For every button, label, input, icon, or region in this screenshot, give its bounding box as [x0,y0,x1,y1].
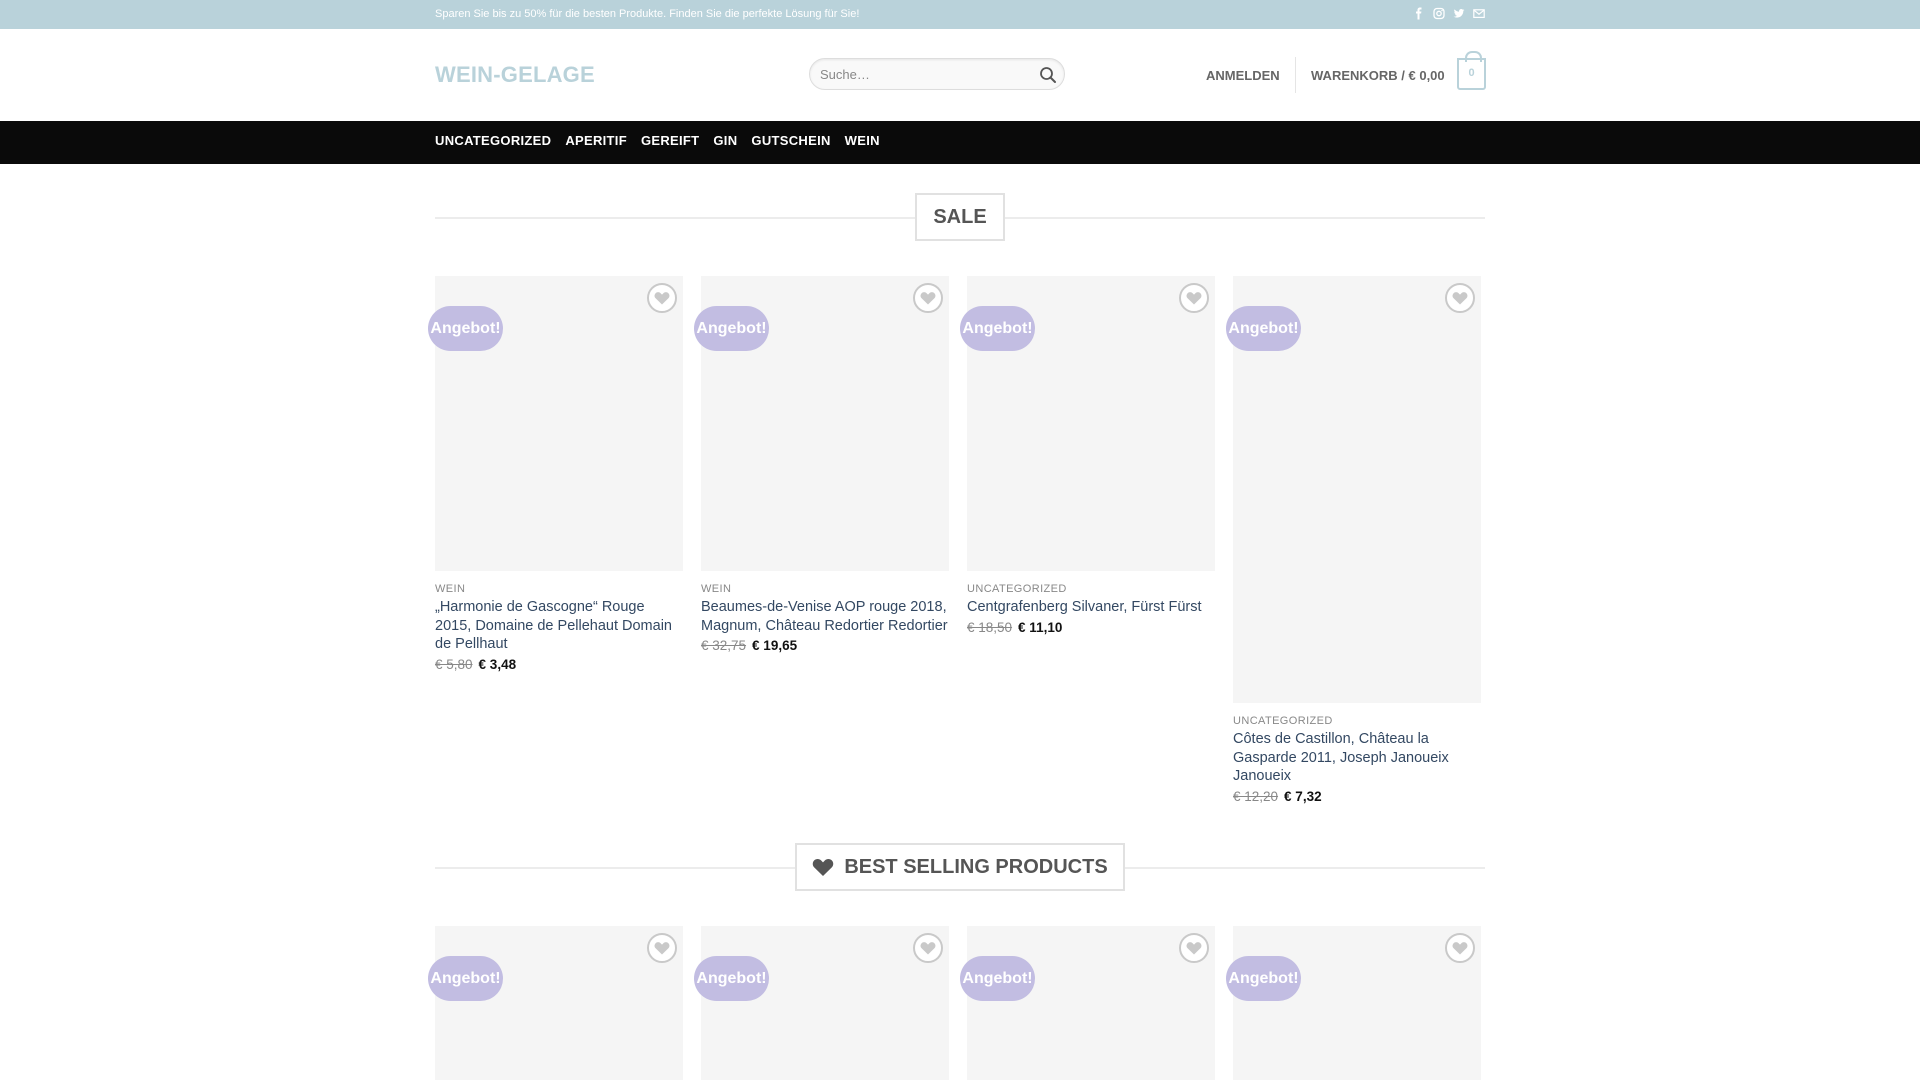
sale-title: SALE [933,205,987,228]
heart-icon [654,292,670,305]
heart-icon [1186,292,1202,305]
wishlist-button[interactable] [1445,283,1475,313]
cart-link[interactable]: WARENKORB / € 0,00 [1311,68,1445,83]
product-category[interactable]: UNCATEGORIZED [1233,715,1333,727]
top-bar: Sparen Sie bis zu 50% für die besten Pro… [0,0,1920,29]
product-name[interactable]: Centgrafenberg Silvaner, Fürst Fürst [967,598,1215,617]
wishlist-button[interactable] [1179,283,1209,313]
product-price: € 18,50 € 11,10 [967,620,1062,635]
heart-icon [920,942,936,955]
heart-icon [1186,942,1202,955]
wishlist-button[interactable] [1179,933,1209,963]
wishlist-button[interactable] [913,933,943,963]
product-name[interactable]: Côtes de Castillon, Château la Gasparde … [1233,730,1481,786]
wishlist-button[interactable] [647,933,677,963]
product-image[interactable] [701,926,949,1080]
nav-item-uncategorized[interactable]: UNCATEGORIZED [435,133,551,148]
envelope-icon[interactable] [1473,7,1485,20]
sale-badge: Angebot! [1226,956,1301,1001]
search-icon[interactable] [1038,65,1058,85]
facebook-icon[interactable] [1413,7,1425,20]
sale-section-title: SALE [435,193,1485,243]
best-selling-title-box: BEST SELLING PRODUCTS [795,843,1125,891]
old-price: € 12,20 [1233,789,1279,804]
nav-item-aperitif[interactable]: APERITIF [565,133,627,148]
wishlist-button[interactable] [913,283,943,313]
heart-icon [1452,292,1468,305]
heart-icon [813,858,834,876]
product-name[interactable]: Beaumes-de-Venise AOP rouge 2018, Magnum… [701,598,949,635]
sale-badge: Angebot! [960,956,1035,1001]
sale-price: € 19,65 [752,638,798,653]
search-input[interactable] [820,67,1020,82]
promo-message: Sparen Sie bis zu 50% für die besten Pro… [435,8,860,20]
heart-icon [654,942,670,955]
nav-item-wein[interactable]: WEIN [845,133,880,148]
login-link[interactable]: ANMELDEN [1206,68,1280,83]
product-image[interactable] [1233,926,1481,1080]
nav-item-gutschein[interactable]: GUTSCHEIN [751,133,830,148]
header-divider [1295,57,1296,93]
instagram-icon[interactable] [1433,7,1445,20]
main-nav: UNCATEGORIZED APERITIF GEREIFT GIN GUTSC… [0,121,1920,164]
sale-badge: Angebot! [960,306,1035,351]
sale-price: € 7,32 [1284,789,1322,804]
site-logo[interactable]: WEIN-GELAGE [435,62,595,88]
product-price: € 32,75 € 19,65 [701,638,797,653]
heart-icon [1452,942,1468,955]
product-image[interactable] [967,926,1215,1080]
sale-badge: Angebot! [694,956,769,1001]
sale-price: € 11,10 [1018,620,1063,635]
product-category[interactable]: WEIN [701,583,731,595]
search-box[interactable] [809,58,1065,90]
product-name[interactable]: „Harmonie de Gascogne“ Rouge 2015, Domai… [435,598,683,654]
site-header: WEIN-GELAGE ANMELDEN WARENKORB / € 0,00 … [0,29,1920,121]
nav-item-gin[interactable]: GIN [713,133,737,148]
sale-title-box: SALE [915,193,1005,241]
sale-price: € 3,48 [478,657,517,672]
product-category[interactable]: WEIN [435,583,465,595]
product-image[interactable] [435,926,683,1080]
sale-badge: Angebot! [1226,306,1301,351]
twitter-icon[interactable] [1453,7,1465,20]
sale-badge: Angebot! [428,956,503,1001]
sale-badge: Angebot! [428,306,503,351]
product-price: € 5,80 € 3,48 [435,657,516,672]
best-selling-section-title: BEST SELLING PRODUCTS [435,843,1485,893]
wishlist-button[interactable] [647,283,677,313]
cart-count: 0 [1468,67,1475,79]
social-links [1413,7,1485,20]
product-price: € 12,20 € 7,32 [1233,789,1322,804]
sale-badge: Angebot! [694,306,769,351]
wishlist-button[interactable] [1445,933,1475,963]
best-selling-title: BEST SELLING PRODUCTS [844,855,1108,878]
nav-item-gereift[interactable]: GEREIFT [641,133,699,148]
old-price: € 32,75 [701,638,747,653]
product-category[interactable]: UNCATEGORIZED [967,583,1067,595]
old-price: € 5,80 [435,657,473,672]
cart-bag-icon[interactable]: 0 [1457,51,1486,90]
old-price: € 18,50 [967,620,1013,635]
heart-icon [920,292,936,305]
